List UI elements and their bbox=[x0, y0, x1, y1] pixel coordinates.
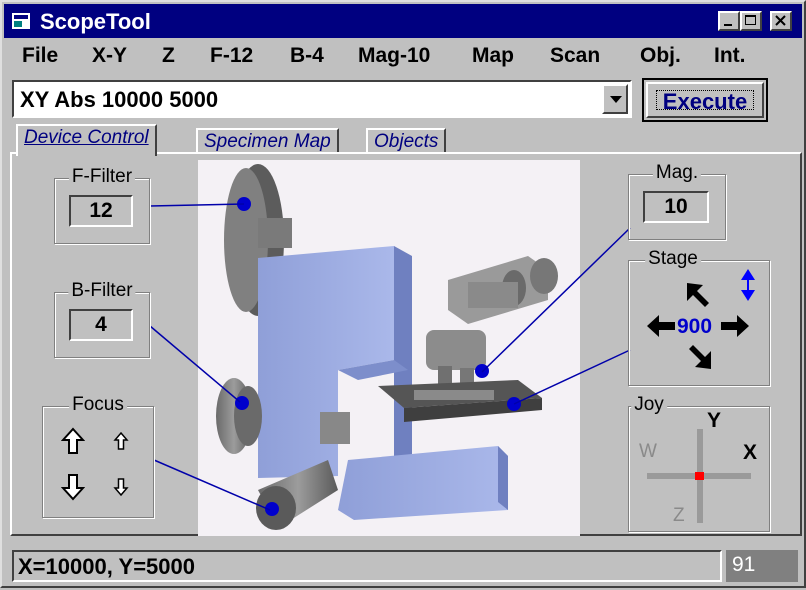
mag-group: Mag. 10 bbox=[628, 162, 726, 240]
bfilter-group: B-Filter 4 bbox=[54, 280, 150, 358]
tab-device-control[interactable]: Device Control bbox=[16, 124, 157, 156]
status-coordinates-panel: X=10000, Y=5000 bbox=[12, 550, 722, 582]
stage-right-arrow-icon[interactable] bbox=[721, 315, 749, 337]
z-up-down-icon[interactable] bbox=[739, 269, 757, 301]
ffilter-value[interactable]: 12 bbox=[69, 195, 133, 227]
joystick-position-dot bbox=[695, 472, 704, 480]
bfilter-title: B-Filter bbox=[68, 280, 136, 302]
stage-group: Stage 900 bbox=[628, 248, 770, 386]
focus-up-small-icon[interactable] bbox=[113, 431, 129, 451]
focus-group: Focus bbox=[42, 394, 154, 518]
mag-title: Mag. bbox=[652, 162, 702, 184]
stage-up-left-arrow-icon[interactable] bbox=[685, 281, 711, 307]
joystick-w-label: W bbox=[639, 441, 657, 462]
stage-down-right-arrow-icon[interactable] bbox=[687, 345, 713, 371]
ffilter-title: F-Filter bbox=[68, 166, 136, 188]
focus-title: Focus bbox=[69, 394, 127, 416]
status-bar: X=10000, Y=5000 91 bbox=[6, 546, 802, 586]
scopetool-window: ScopeTool File X-Y Z F-12 B-4 Mag-10 Map… bbox=[0, 0, 806, 588]
focus-down-small-icon[interactable] bbox=[113, 477, 129, 497]
stage-left-arrow-icon[interactable] bbox=[647, 315, 675, 337]
joystick-y-label: Y bbox=[707, 409, 722, 432]
joystick-group: Joy Y X W Z bbox=[628, 394, 770, 532]
status-coordinates: X=10000, Y=5000 bbox=[18, 554, 195, 579]
joystick-pad[interactable] bbox=[639, 417, 759, 525]
stage-title: Stage bbox=[645, 248, 701, 270]
focus-down-large-icon[interactable] bbox=[61, 473, 85, 501]
stage-step-value[interactable]: 900 bbox=[677, 315, 712, 339]
joystick-z-label: Z bbox=[673, 505, 685, 526]
focus-up-large-icon[interactable] bbox=[61, 427, 85, 455]
joystick-x-label: X bbox=[743, 441, 758, 464]
joystick-title: Joy bbox=[631, 394, 667, 416]
mag-value[interactable]: 10 bbox=[643, 191, 709, 223]
status-number: 91 bbox=[726, 550, 798, 582]
bfilter-value[interactable]: 4 bbox=[69, 309, 133, 341]
ffilter-group: F-Filter 12 bbox=[54, 166, 150, 244]
